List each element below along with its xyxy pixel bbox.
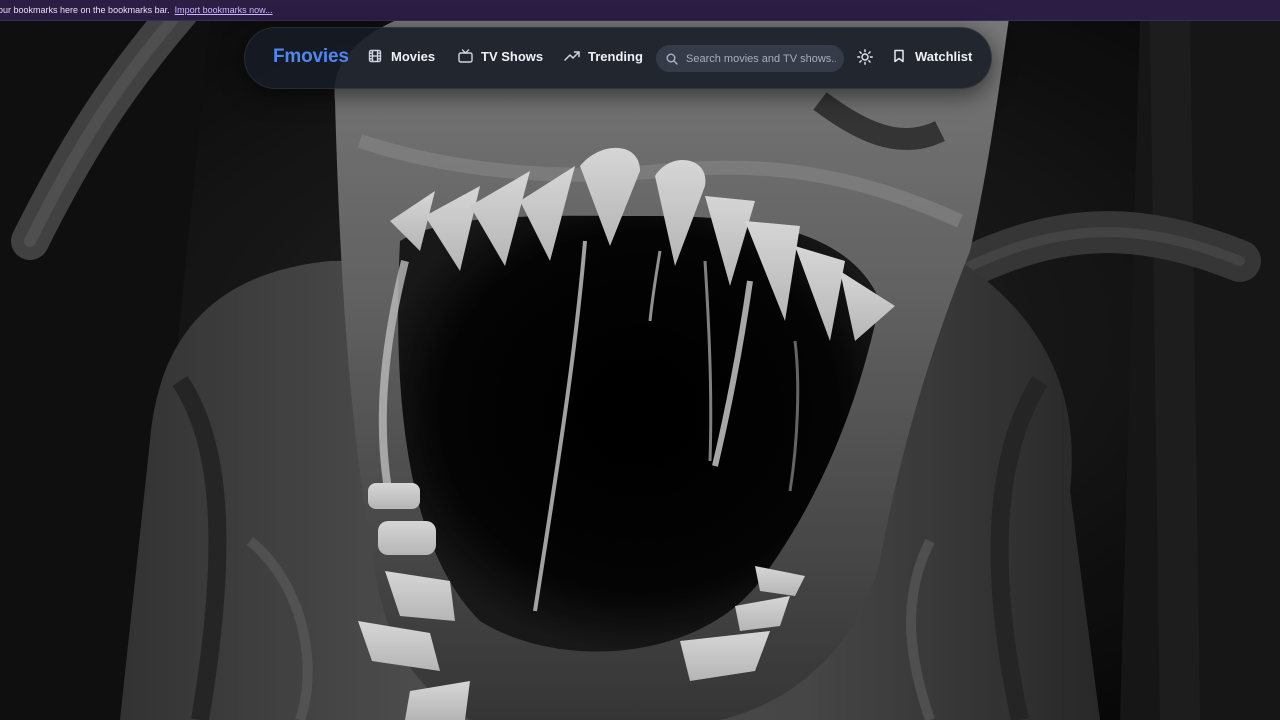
bookmarks-bar-message: our bookmarks here on the bookmarks bar. — [0, 5, 170, 15]
nav-item-tv-shows-label: TV Shows — [481, 48, 544, 64]
search-icon — [665, 52, 679, 66]
tv-icon — [457, 48, 473, 64]
watchlist-button[interactable]: Watchlist — [891, 48, 972, 64]
import-bookmarks-link[interactable]: Import bookmarks now... — [175, 5, 273, 15]
nav-item-tv-shows[interactable]: TV Shows — [457, 48, 543, 64]
search-box — [656, 45, 844, 72]
page: our bookmarks here on the bookmarks bar.… — [0, 0, 1280, 720]
watchlist-label: Watchlist — [915, 48, 973, 64]
hero-backdrop-image — [0, 21, 1280, 720]
search-input[interactable] — [686, 52, 836, 65]
nav-item-trending[interactable]: Trending — [564, 48, 643, 64]
theme-toggle-button[interactable] — [856, 48, 874, 70]
trending-up-icon — [564, 48, 580, 64]
sun-icon — [857, 48, 873, 70]
film-icon — [367, 48, 383, 64]
main-navbar: Fmovies Movies TV Shows Trending Search … — [244, 27, 992, 89]
brand-logo[interactable]: Fmovies — [273, 46, 349, 68]
nav-item-movies-label: Movies — [391, 48, 436, 64]
nav-item-trending-label: Trending — [588, 48, 643, 64]
bookmark-icon — [891, 48, 907, 64]
bookmarks-bar: our bookmarks here on the bookmarks bar.… — [0, 0, 1280, 21]
nav-item-movies[interactable]: Movies — [367, 48, 435, 64]
